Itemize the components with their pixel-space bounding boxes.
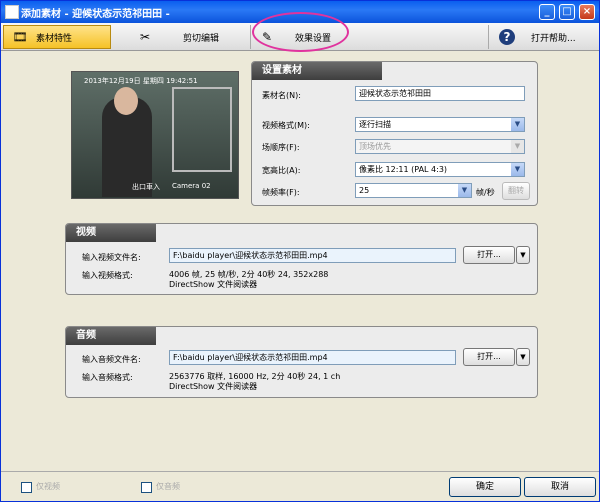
audio-format-info-2: DirectShow 文件阅读器 — [169, 382, 258, 391]
preview-overlay: 出口車入 — [132, 183, 160, 191]
field-order-select[interactable]: 顶场优先 ▼ — [355, 139, 525, 154]
audio-file-field[interactable]: F:\baidu player\迎候状态示范祁田田.mp4 — [169, 350, 456, 365]
preview-camera-label: Camera 02 — [172, 182, 211, 190]
clip-name-label: 素材名(N): — [262, 91, 301, 100]
aspect-ratio-label: 宽高比(A): — [262, 166, 301, 175]
audio-file-label: 输入音频文件名: — [82, 355, 141, 364]
video-file-label: 输入视频文件名: — [82, 253, 141, 262]
preview-face — [114, 87, 138, 115]
chevron-down-icon[interactable]: ▼ — [458, 184, 471, 197]
chevron-down-icon[interactable]: ▼ — [511, 140, 524, 153]
minimize-button[interactable]: _ — [539, 4, 555, 20]
audio-format-info-label: 输入音频格式: — [82, 373, 133, 382]
video-format-select[interactable]: 逐行扫描 ▼ — [355, 117, 525, 132]
frame-rate-unit: 帧/秒 — [476, 188, 495, 197]
video-format-value: 逐行扫描 — [359, 120, 391, 129]
tab-label: 打开帮助... — [531, 33, 576, 44]
clip-settings-panel: 设置素材 素材名(N): 迎候状态示范祁田田 视频格式(M): 逐行扫描 ▼ 场… — [251, 61, 538, 206]
video-preview: 2013年12月19日 星期四 19:42:51 Camera 02 出口車入 — [71, 71, 239, 199]
help-icon: ? — [499, 29, 515, 45]
chevron-down-icon[interactable]: ▼ — [516, 348, 530, 366]
scissors-icon: ✂ — [139, 30, 151, 44]
tab-help[interactable]: ? 打开帮助... — [491, 25, 597, 49]
app-icon — [5, 5, 19, 19]
preview-timestamp: 2013年12月19日 星期四 19:42:51 — [84, 77, 198, 85]
tab-clip-properties[interactable]: 🎞 素材特性 — [3, 25, 111, 49]
field-order-value: 顶场优先 — [359, 142, 391, 151]
clip-name-field[interactable]: 迎候状态示范祁田田 — [355, 86, 525, 101]
video-format-info-2: DirectShow 文件阅读器 — [169, 280, 258, 289]
field-order-label: 场顺序(F): — [262, 143, 300, 152]
aspect-ratio-value: 像素比 12:11 (PAL 4:3) — [359, 165, 448, 174]
frame-rate-select[interactable]: 25 ▼ — [355, 183, 472, 198]
tab-trim-edit[interactable]: ✂ 剪切编辑 — [113, 25, 251, 49]
audio-only-label: 仅音频 — [156, 482, 180, 491]
video-only-label: 仅视频 — [36, 482, 60, 491]
audio-header: 音频 — [66, 327, 156, 345]
film-icon: 🎞 — [12, 30, 28, 44]
audio-only-checkbox[interactable] — [141, 482, 152, 493]
tab-label: 剪切编辑 — [183, 33, 220, 44]
chevron-down-icon[interactable]: ▼ — [511, 163, 524, 176]
close-button[interactable]: × — [579, 4, 595, 20]
video-file-field[interactable]: F:\baidu player\迎候状态示范祁田田.mp4 — [169, 248, 456, 263]
frame-rate-label: 帧频率(F): — [262, 188, 300, 197]
highlight-circle — [252, 12, 349, 52]
cancel-button[interactable]: 取消 — [524, 477, 596, 497]
preview-window-frame — [172, 87, 232, 172]
audio-format-info-1: 2563776 取样, 16000 Hz, 2分 40秒 24, 1 ch — [169, 372, 341, 381]
settings-header: 设置素材 — [252, 62, 382, 80]
flip-button[interactable]: 翻转 — [502, 182, 530, 200]
frame-rate-value: 25 — [359, 186, 370, 195]
chevron-down-icon[interactable]: ▼ — [511, 118, 524, 131]
maximize-button[interactable]: □ — [559, 4, 575, 20]
aspect-ratio-select[interactable]: 像素比 12:11 (PAL 4:3) ▼ — [355, 162, 525, 177]
footer-bar: 仅视频 仅音频 确定 取消 — [1, 471, 599, 501]
video-format-info-1: 4006 帧, 25 帧/秒, 2分 40秒 24, 352x288 — [169, 270, 329, 279]
video-format-info-label: 输入视频格式: — [82, 271, 133, 280]
audio-panel: 音频 输入音频文件名: F:\baidu player\迎候状态示范祁田田.mp… — [65, 326, 538, 398]
video-panel: 视频 输入视频文件名: F:\baidu player\迎候状态示范祁田田.mp… — [65, 223, 538, 295]
audio-open-button[interactable]: 打开... — [463, 348, 515, 366]
ok-button[interactable]: 确定 — [449, 477, 521, 497]
video-format-label: 视频格式(M): — [262, 121, 310, 130]
video-open-button[interactable]: 打开... — [463, 246, 515, 264]
video-header: 视频 — [66, 224, 156, 242]
video-only-checkbox[interactable] — [21, 482, 32, 493]
chevron-down-icon[interactable]: ▼ — [516, 246, 530, 264]
add-clip-dialog: 添加素材 - 迎候状态示范祁田田 - _ □ × 🎞 素材特性 ✂ 剪切编辑 ✎… — [0, 0, 600, 502]
window-title: 添加素材 - 迎候状态示范祁田田 - — [21, 9, 170, 20]
tab-label: 素材特性 — [36, 33, 73, 44]
